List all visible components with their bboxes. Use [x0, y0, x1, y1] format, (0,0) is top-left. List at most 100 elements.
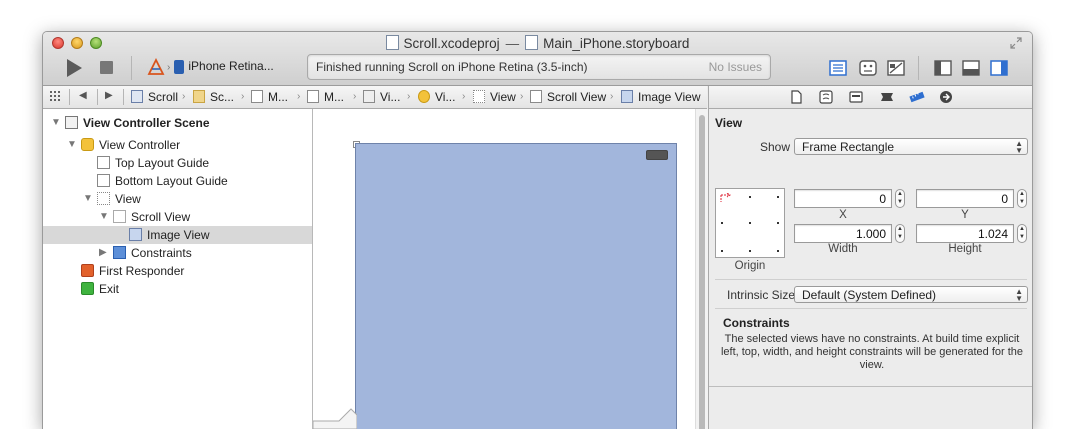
image-view-icon — [621, 90, 633, 103]
y-stepper[interactable]: ▲ ▼ — [1017, 189, 1027, 208]
origin-dot[interactable] — [777, 196, 779, 198]
outline-item-label: Image View — [147, 228, 210, 242]
layout-guide-icon — [97, 174, 110, 187]
scheme-selector[interactable]: › iPhone Retina... — [147, 57, 274, 80]
jumpbar-item[interactable]: View — [473, 90, 516, 104]
forward-arrow-icon[interactable]: ▶ — [105, 90, 113, 101]
path-chevron-icon: › — [241, 91, 245, 102]
fullscreen-icon[interactable] — [1010, 37, 1022, 49]
jumpbar-item[interactable]: Image View — [621, 90, 700, 104]
show-label: Show — [760, 140, 791, 154]
popup-arrows-icon: ▲ ▼ — [1015, 139, 1023, 155]
outline-item-first-responder[interactable]: First Responder — [43, 262, 312, 280]
jumpbar-item[interactable]: M... — [251, 90, 288, 104]
outline-item-view-controller[interactable]: ▼ View Controller — [43, 136, 312, 154]
origin-dot[interactable] — [749, 222, 751, 224]
jumpbar-divider — [69, 89, 70, 105]
disclosure-triangle-icon[interactable]: ▶ — [99, 247, 107, 258]
jumpbar-item[interactable]: Scroll — [131, 90, 178, 104]
outline-item-label: View Controller — [99, 138, 181, 152]
origin-dot[interactable] — [721, 222, 723, 224]
constraints-note: The selected views have no constraints. … — [720, 333, 1024, 371]
jumpbar-item[interactable]: Vi... — [363, 90, 400, 104]
debug-area-toggle-icon[interactable] — [962, 60, 980, 76]
section-divider — [715, 279, 1027, 280]
navigator-toggle-icon[interactable] — [934, 60, 952, 76]
jumpbar-item[interactable]: M... — [307, 90, 344, 104]
jumpbar-item[interactable]: Scroll View — [530, 90, 606, 104]
disclosure-triangle-icon[interactable]: ▼ — [67, 139, 77, 150]
standard-editor-icon[interactable] — [829, 60, 847, 76]
jumpbar-item[interactable]: Sc... — [193, 90, 234, 104]
connections-inspector-icon[interactable] — [939, 90, 953, 104]
disclosure-triangle-icon[interactable]: ▼ — [51, 117, 61, 128]
view-section-title: View — [715, 116, 743, 130]
jumpbar-item-label: Scroll View — [547, 90, 607, 104]
related-items-icon[interactable] — [49, 90, 61, 105]
inspector-tabs — [709, 86, 1032, 109]
section-divider — [709, 386, 1032, 387]
x-field[interactable]: 0 — [794, 189, 892, 208]
path-chevron-icon: › — [353, 91, 357, 102]
height-field[interactable]: 1.024 — [916, 224, 1014, 243]
width-field[interactable]: 1.000 — [794, 224, 892, 243]
origin-dot[interactable] — [721, 250, 723, 252]
identity-inspector-icon[interactable] — [849, 90, 863, 104]
outline-item-constraints[interactable]: ▶ Constraints — [43, 244, 312, 262]
y-field[interactable]: 0 — [916, 189, 1014, 208]
popup-arrows-icon: ▲ ▼ — [1015, 287, 1023, 303]
show-popup[interactable]: Frame Rectangle ▲ ▼ — [794, 138, 1028, 155]
assistant-editor-icon[interactable] — [859, 60, 877, 76]
layout-guide-icon — [97, 156, 110, 169]
outline-item-exit[interactable]: Exit — [43, 280, 312, 298]
xcode-window: Scroll.xcodeproj — Main_iPhone.storyboard … — [42, 31, 1033, 429]
scene-icon — [65, 116, 78, 129]
issues-indicator[interactable]: No Issues — [709, 60, 762, 74]
x-stepper[interactable]: ▲ ▼ — [895, 189, 905, 208]
origin-dot[interactable] — [749, 250, 751, 252]
intrinsic-size-label: Intrinsic Size — [727, 288, 796, 302]
attributes-inspector-icon[interactable] — [879, 90, 893, 104]
outline-item-top-layout-guide[interactable]: Top Layout Guide — [43, 154, 312, 172]
file-inspector-icon[interactable] — [789, 90, 803, 104]
origin-dot[interactable] — [749, 196, 751, 198]
size-inspector-icon[interactable] — [909, 90, 925, 104]
path-chevron-icon: › — [610, 91, 614, 102]
show-popup-value: Frame Rectangle — [802, 140, 895, 154]
outline-item-scroll-view[interactable]: ▼ Scroll View — [43, 208, 312, 226]
outline-item-bottom-layout-guide[interactable]: Bottom Layout Guide — [43, 172, 312, 190]
battery-icon — [646, 150, 668, 160]
disclosure-triangle-icon[interactable]: ▼ — [99, 211, 109, 222]
scene-icon — [363, 90, 375, 103]
path-chevron-icon: › — [462, 91, 466, 102]
origin-selector[interactable] — [715, 188, 785, 258]
origin-dot[interactable] — [777, 250, 779, 252]
origin-dot[interactable] — [777, 222, 779, 224]
height-stepper[interactable]: ▲ ▼ — [1017, 224, 1027, 243]
intrinsic-size-popup[interactable]: Default (System Defined) ▲ ▼ — [794, 286, 1028, 303]
toolbar-divider — [918, 56, 919, 80]
outline-item-view[interactable]: ▼ View — [43, 190, 312, 208]
constraints-icon — [113, 246, 126, 259]
utilities-toggle-icon[interactable] — [990, 60, 1008, 76]
scene-view[interactable] — [355, 143, 677, 429]
disclosure-triangle-icon[interactable]: ▼ — [83, 193, 93, 204]
version-editor-icon[interactable] — [887, 60, 905, 76]
intrinsic-size-value: Default (System Defined) — [802, 288, 937, 302]
outline-item-label: View — [115, 192, 141, 206]
exit-icon — [81, 282, 94, 295]
stop-button[interactable] — [100, 61, 113, 74]
image-view-icon — [129, 228, 142, 241]
scrollbar-thumb[interactable] — [699, 115, 705, 429]
run-button[interactable] — [63, 57, 85, 79]
height-label: Height — [948, 243, 982, 255]
canvas-vertical-scrollbar[interactable] — [695, 109, 708, 429]
back-arrow-icon[interactable]: ◀ — [79, 90, 87, 101]
outline-item-view-controller-scene[interactable]: ▼ View Controller Scene — [43, 114, 312, 132]
width-stepper[interactable]: ▲ ▼ — [895, 224, 905, 243]
view-controller-icon — [81, 138, 94, 151]
outline-item-image-view[interactable]: Image View — [43, 226, 312, 244]
xcode-project-icon — [131, 90, 143, 103]
quick-help-icon[interactable] — [819, 90, 833, 104]
jumpbar-item[interactable]: Vi... — [418, 90, 455, 104]
